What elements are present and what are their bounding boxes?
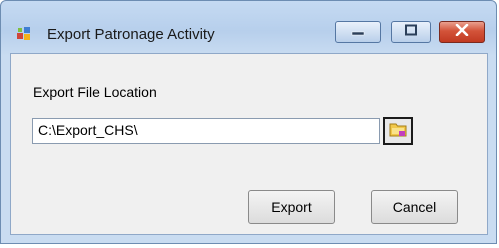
export-button[interactable]: Export <box>248 190 335 224</box>
maximize-icon <box>404 23 418 41</box>
app-icon <box>17 27 35 43</box>
maximize-button[interactable] <box>391 21 431 43</box>
folder-icon <box>389 121 407 142</box>
minimize-icon <box>350 23 366 41</box>
cancel-button[interactable]: Cancel <box>371 190 458 224</box>
export-location-input[interactable]: C:\Export_CHS\ <box>32 118 380 144</box>
dialog-window: Export Patronage Activity Export File Lo… <box>0 0 497 244</box>
export-location-label: Export File Location <box>33 84 157 100</box>
close-button[interactable] <box>439 21 485 43</box>
browse-folder-button[interactable] <box>383 117 413 145</box>
window-title: Export Patronage Activity <box>47 26 215 43</box>
close-icon <box>455 23 469 41</box>
dialog-body: Export File Location C:\Export_CHS\ Expo… <box>10 53 488 235</box>
title-bar[interactable]: Export Patronage Activity <box>1 1 496 53</box>
minimize-button[interactable] <box>335 21 381 43</box>
